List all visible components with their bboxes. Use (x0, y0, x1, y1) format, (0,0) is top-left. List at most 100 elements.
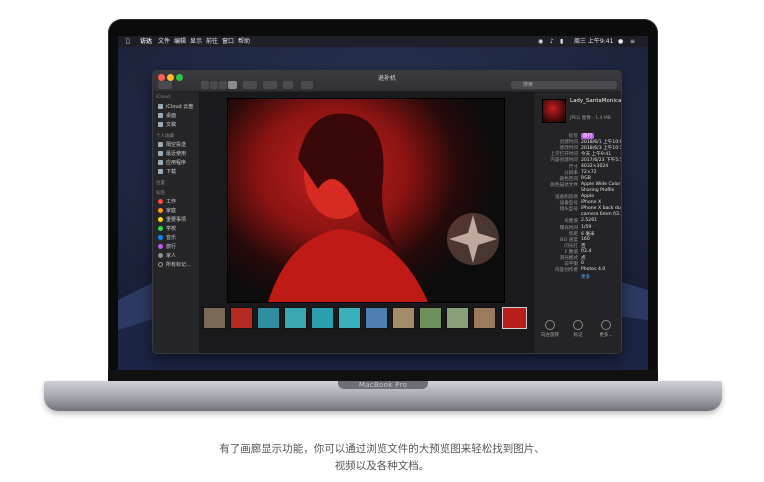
metadata-value: 旅行 (581, 133, 595, 139)
metadata-value: 160 (581, 236, 590, 242)
battery-icon[interactable]: ▮ (560, 36, 563, 47)
metadata-value: 4032×3024 (581, 163, 609, 169)
metadata-value: 2018/6/3 上午10:13 (581, 146, 622, 152)
filmstrip-thumb[interactable] (230, 307, 253, 329)
view-gallery-button[interactable] (228, 81, 237, 89)
filmstrip-thumb[interactable] (446, 307, 469, 329)
wifi-icon[interactable]: ◉ (538, 36, 543, 47)
menu-file[interactable]: 文件 (158, 36, 170, 47)
search-input[interactable]: 搜索 (511, 81, 617, 89)
control-icon[interactable]: ≡ (630, 36, 635, 47)
sidebar-item-desktop[interactable]: 桌面 (158, 112, 176, 119)
menu-window[interactable]: 窗口 (222, 36, 234, 47)
metadata-key: 闪光灯 (564, 243, 578, 249)
finder-sidebar: iCloud iCloud 云盘 桌面 文稿 个人收藏 隔空投送 最近使用 应用… (153, 92, 200, 353)
sidebar-section-tags: 标签 (156, 191, 165, 196)
sidebar-item-recents[interactable]: 最近使用 (158, 150, 186, 157)
gallery-preview-image[interactable] (227, 98, 505, 303)
metadata-key: 镜头型号 (559, 207, 578, 213)
view-columns-button[interactable] (219, 81, 227, 89)
metadata-value: 否 (581, 243, 586, 249)
metadata-key: 焦距 (568, 231, 578, 237)
sidebar-item-documents[interactable]: 文稿 (158, 121, 176, 128)
metadata-value: camera 6mm f/2.4 (581, 212, 622, 218)
sidebar-tag-music[interactable]: 音乐 (158, 234, 176, 241)
clock-icon (158, 151, 163, 156)
apple-icon[interactable]:  (126, 36, 130, 47)
fireworks-glow (447, 213, 499, 265)
caption-line-2: 视频以及各种文档。 (334, 460, 430, 472)
metadata-key: 创建时间 (559, 140, 578, 146)
rotate-left-icon (545, 320, 555, 330)
info-kind: JPEG 图像 - 1.4 MB (570, 116, 611, 121)
tag-dot-icon (158, 235, 163, 240)
sidebar-item-downloads[interactable]: 下载 (158, 168, 176, 175)
metadata-value: 今天 上午9:41 (581, 152, 612, 158)
view-icons-button[interactable] (201, 81, 209, 89)
window-titlebar: 退补机 搜索 (153, 71, 621, 92)
tag-dot-icon (158, 253, 163, 258)
filmstrip-thumb[interactable] (419, 307, 442, 329)
view-list-button[interactable] (210, 81, 218, 89)
metadata-key: 分辨率 (564, 170, 578, 176)
metadata-value: RGB (581, 175, 591, 181)
menubar-clock[interactable]: 周三 上午9:41 (574, 36, 613, 47)
sidebar-tag-school[interactable]: 学校 (158, 225, 176, 232)
device-brand-label: MacBook Pro (358, 381, 408, 389)
sidebar-item-airdrop[interactable]: 隔空投送 (158, 141, 186, 148)
metadata-key: 设备型号 (559, 201, 578, 207)
sidebar-tag-home[interactable]: 家庭 (158, 207, 176, 214)
metadata-key: 颜色描述文件 (550, 182, 578, 188)
tag-button[interactable] (301, 81, 313, 89)
filmstrip (203, 307, 529, 329)
menu-finder[interactable]: 访达 (140, 36, 152, 47)
caption: 有了画廊显示功能，你可以通过浏览文件的大预览图来轻松找到图片、 视频以及各种文档… (0, 441, 764, 475)
action-gear-button[interactable] (263, 81, 277, 89)
filmstrip-thumb[interactable] (284, 307, 307, 329)
menu-go[interactable]: 前往 (206, 36, 218, 47)
info-filename: Lady_SantaMonicaPier.jpeg (570, 98, 622, 104)
sidebar-item-applications[interactable]: 应用程序 (158, 159, 186, 166)
rotate-left-button[interactable]: 向左旋转 (536, 320, 564, 338)
menu-help[interactable]: 帮助 (238, 36, 250, 47)
sidebar-all-tags[interactable]: 所有标记... (158, 261, 191, 268)
tag-dot-icon (158, 199, 163, 204)
info-panel: Lady_SantaMonicaPier.jpeg JPEG 图像 - 1.4 … (533, 92, 622, 353)
back-forward-button[interactable] (158, 81, 172, 89)
filmstrip-thumb[interactable] (203, 307, 226, 329)
metadata-value: Photos 4.0 (581, 267, 606, 273)
sidebar-tag-family[interactable]: 家人 (158, 252, 176, 259)
metadata-value: 6 毫米 (581, 231, 595, 237)
metadata-value: Apple Wide Color (581, 181, 621, 187)
markup-button[interactable]: 标记 (564, 320, 592, 338)
sidebar-tag-work[interactable]: 工作 (158, 198, 176, 205)
menu-view[interactable]: 显示 (190, 36, 202, 47)
metadata-key: F 数值 (564, 249, 578, 255)
metadata-value: 72×72 (581, 169, 597, 175)
metadata-value: Apple (581, 194, 595, 199)
cloud-icon (158, 104, 163, 109)
sidebar-tag-important[interactable]: 重要事项 (158, 216, 186, 223)
filmstrip-thumb[interactable] (473, 307, 496, 329)
filmstrip-thumb-selected[interactable] (502, 307, 527, 329)
share-button[interactable] (283, 81, 293, 89)
more-actions-button[interactable]: 更多... (592, 320, 620, 338)
menu-edit[interactable]: 编辑 (174, 36, 186, 47)
filmstrip-thumb[interactable] (338, 307, 361, 329)
sidebar-item-icloud-drive[interactable]: iCloud 云盘 (158, 103, 193, 110)
filmstrip-thumb[interactable] (311, 307, 334, 329)
download-icon (158, 169, 163, 174)
siri-icon[interactable]: ● (618, 36, 623, 47)
group-button[interactable] (243, 81, 257, 89)
sidebar-section-icloud: iCloud (156, 95, 171, 100)
metadata-key: 测光模式 (559, 256, 578, 261)
sidebar-section-locations: 位置 (156, 181, 165, 186)
volume-icon[interactable]: ♪ (550, 36, 554, 47)
filmstrip-thumb[interactable] (392, 307, 415, 329)
caption-line-1: 有了画廊显示功能，你可以通过浏览文件的大预览图来轻松找到图片、 (219, 443, 545, 455)
metadata-value: iPhone X back dual (581, 206, 622, 212)
filmstrip-thumb[interactable] (257, 307, 280, 329)
filmstrip-thumb[interactable] (365, 307, 388, 329)
metadata-key: 上次打开时间 (550, 152, 578, 158)
sidebar-tag-travel[interactable]: 旅行 (158, 243, 176, 250)
